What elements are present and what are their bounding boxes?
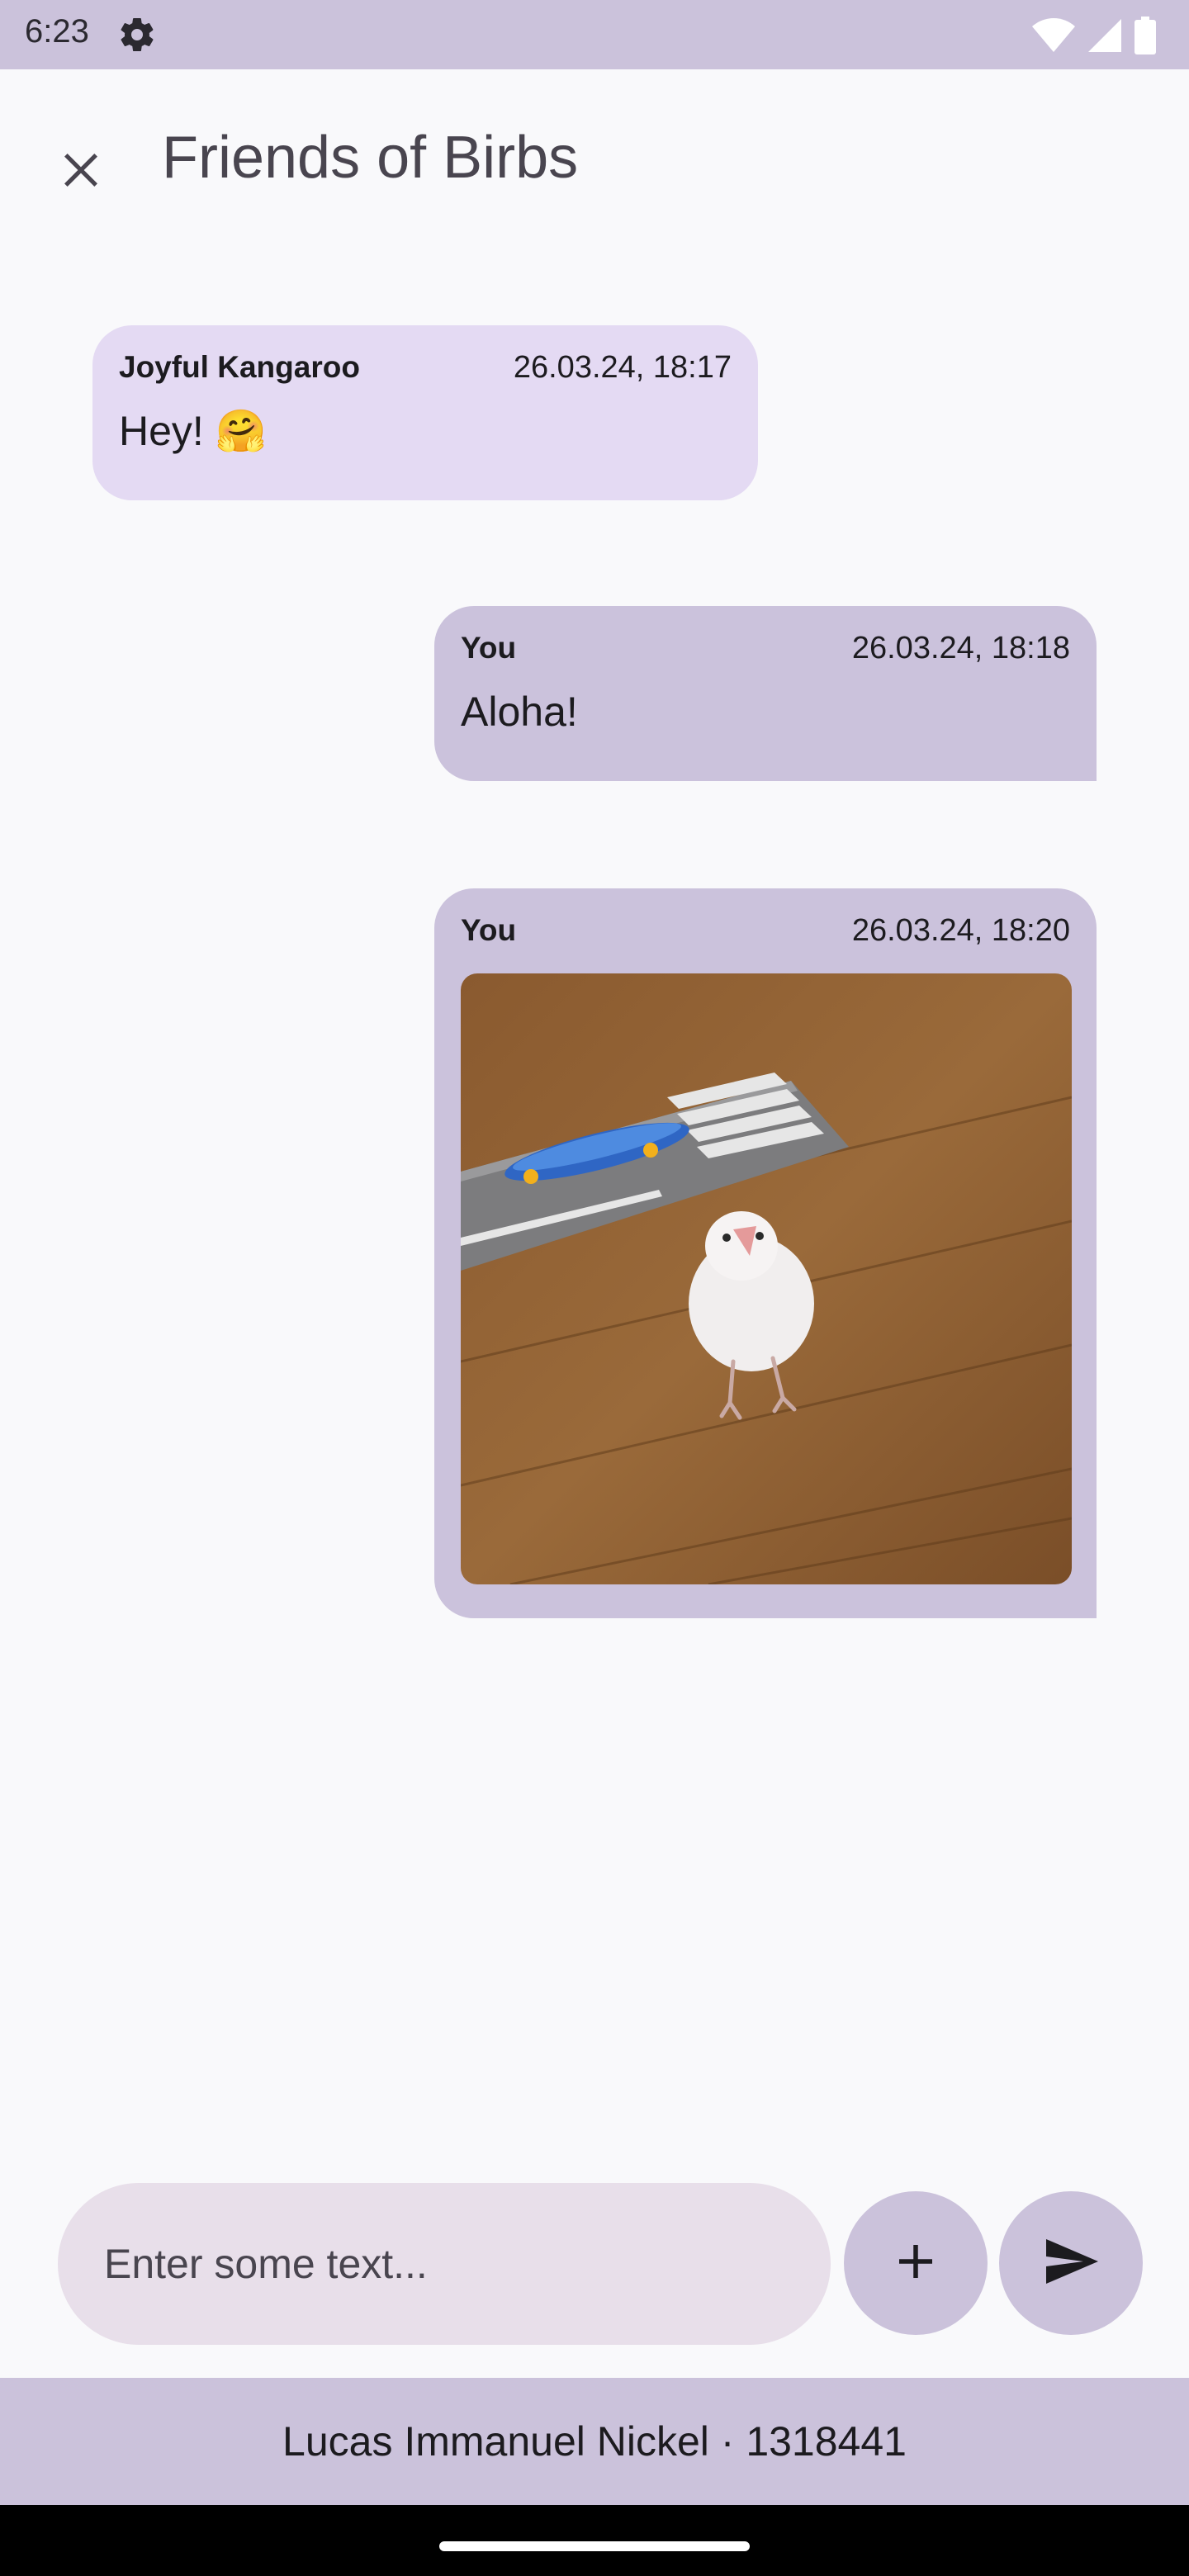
message-sender: You (461, 631, 517, 665)
message-timestamp: 26.03.24, 18:20 (851, 913, 1070, 948)
message-bubble[interactable]: Joyful Kangaroo 26.03.24, 18:17 Hey! 🤗 (92, 325, 758, 500)
composer-bar (0, 2180, 1189, 2378)
message-bubble[interactable]: You 26.03.24, 18:20 (434, 888, 1097, 1618)
send-icon (1041, 2232, 1101, 2295)
close-icon (58, 147, 104, 197)
signal-icon (1087, 17, 1123, 58)
message-bubble[interactable]: You 26.03.24, 18:18 Aloha! (434, 606, 1097, 781)
message-text: Aloha! (461, 689, 578, 735)
message-input[interactable] (58, 2183, 831, 2345)
message-sender: Joyful Kangaroo (119, 350, 360, 384)
add-icon (891, 2237, 940, 2290)
status-bar: 6:23 (0, 0, 1189, 69)
home-handle[interactable] (439, 2541, 750, 2551)
add-attachment-button[interactable] (844, 2191, 988, 2335)
bird-with-skateboard-photo[interactable] (461, 973, 1072, 1584)
battery-icon (1135, 17, 1156, 59)
message-timestamp: 26.03.24, 18:17 (513, 350, 732, 385)
status-icons (1032, 17, 1156, 59)
gear-icon (117, 15, 157, 54)
message-text: Hey! 🤗 (119, 408, 267, 454)
close-button[interactable] (40, 130, 122, 213)
navigation-bar (0, 2505, 1189, 2576)
status-time: 6:23 (25, 13, 89, 50)
footer-text: Lucas Immanuel Nickel · 1318441 (282, 2418, 907, 2465)
message-sender: You (461, 913, 517, 947)
wifi-icon (1032, 17, 1075, 58)
message-timestamp: 26.03.24, 18:18 (851, 631, 1070, 665)
send-button[interactable] (999, 2191, 1143, 2335)
page-title: Friends of Birbs (162, 125, 579, 191)
footer-bar: Lucas Immanuel Nickel · 1318441 (0, 2378, 1189, 2505)
